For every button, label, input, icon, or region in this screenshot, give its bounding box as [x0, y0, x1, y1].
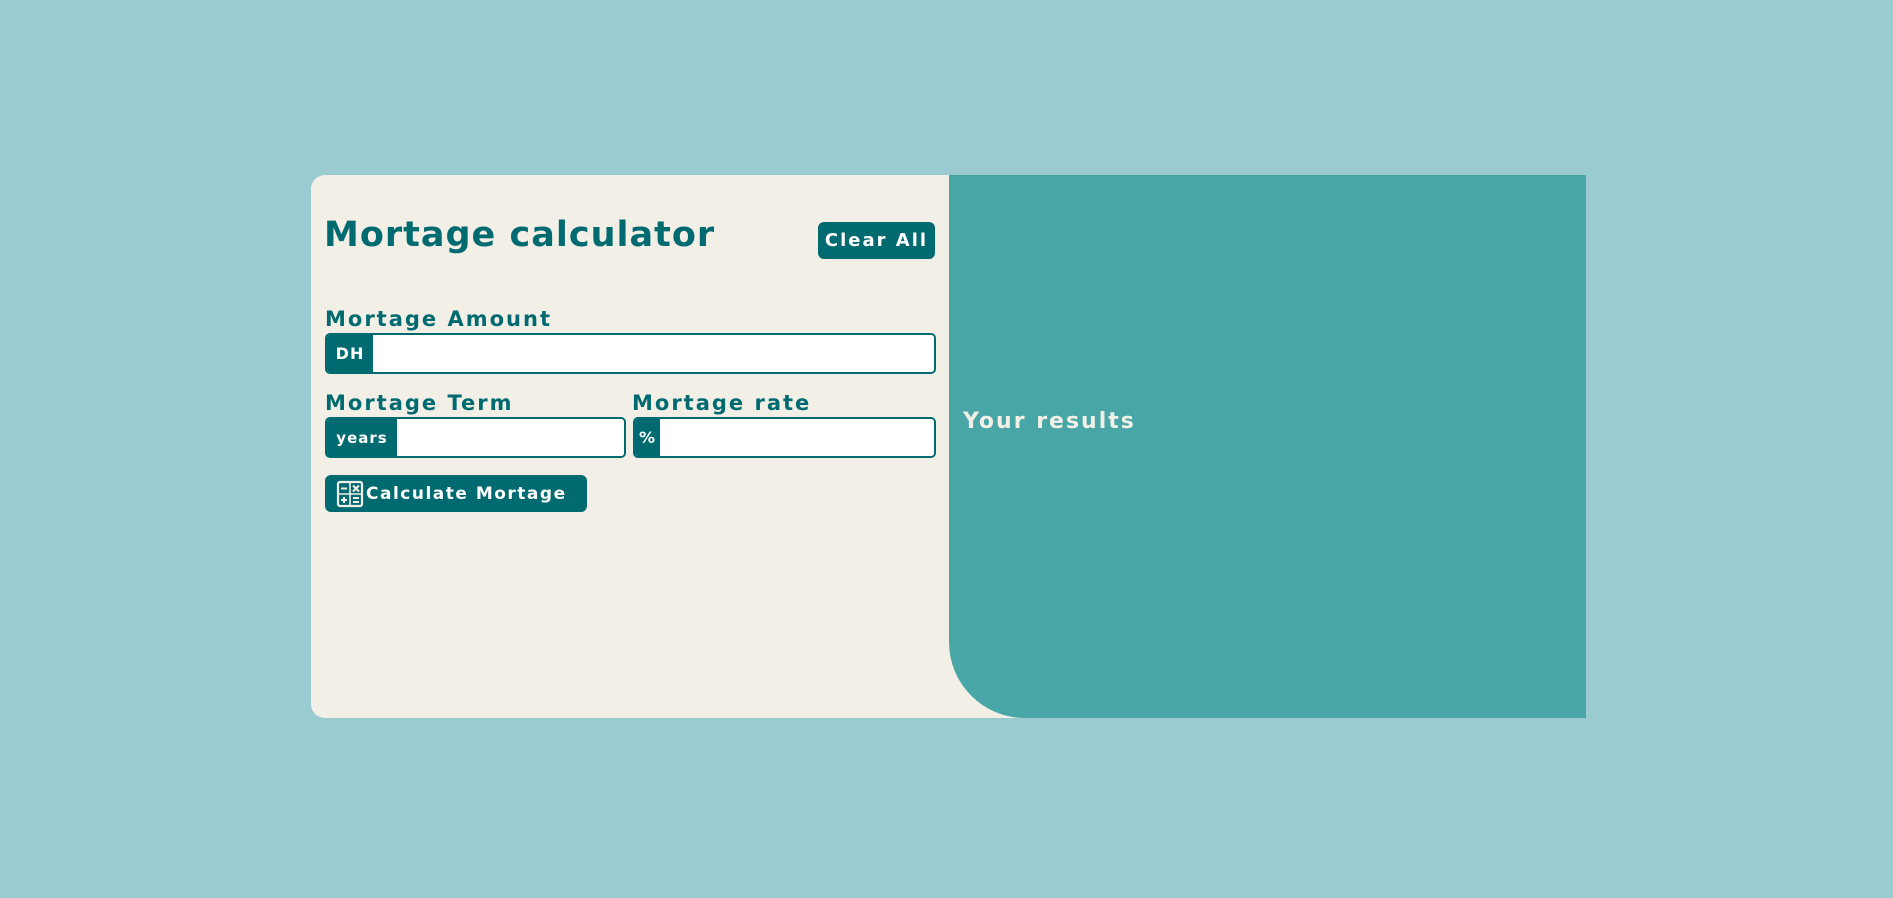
mortgage-amount-input[interactable]	[373, 335, 934, 372]
mortgage-term-field[interactable]: years	[325, 417, 626, 458]
calculator-card: Mortage calculator Clear All Mortage Amo…	[311, 175, 1586, 718]
results-title: Your results	[963, 409, 1136, 434]
page-title: Mortage calculator	[324, 215, 716, 255]
mortgage-amount-field[interactable]: DH	[325, 333, 936, 374]
mortgage-rate-input[interactable]	[660, 419, 934, 456]
calculate-mortgage-button[interactable]: Calculate Mortage	[325, 475, 587, 512]
results-panel: Your results	[949, 175, 1586, 718]
mortgage-rate-field[interactable]: %	[633, 417, 936, 458]
years-prefix: years	[327, 419, 397, 456]
calculator-icon	[336, 480, 364, 508]
mortgage-term-label: Mortage Term	[325, 391, 514, 415]
mortgage-term-input[interactable]	[397, 419, 624, 456]
clear-all-button[interactable]: Clear All	[818, 222, 935, 259]
currency-prefix: DH	[327, 335, 373, 372]
calculate-mortgage-label: Calculate Mortage	[366, 483, 567, 504]
percent-prefix: %	[635, 419, 660, 456]
form-panel: Mortage calculator Clear All Mortage Amo…	[311, 175, 949, 718]
mortgage-amount-label: Mortage Amount	[325, 307, 552, 331]
mortgage-rate-label: Mortage rate	[632, 391, 812, 415]
